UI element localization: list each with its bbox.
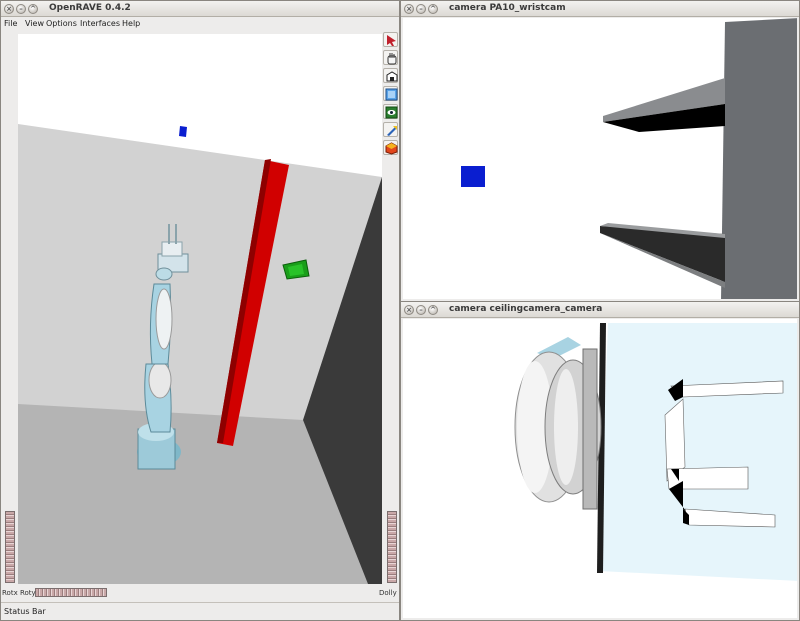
ceiling-titlebar[interactable]: × – ^ camera ceilingcamera_camera <box>401 302 799 318</box>
3d-viewer[interactable] <box>18 34 382 584</box>
status-bar: Status Bar <box>1 602 399 621</box>
close-icon[interactable]: × <box>404 305 414 315</box>
ceiling-view <box>403 319 797 618</box>
pick-arrow-icon[interactable] <box>383 32 398 47</box>
ceiling-title: camera ceilingcamera_camera <box>449 304 603 314</box>
maximize-icon[interactable]: ^ <box>28 4 38 14</box>
window-controls: × – ^ <box>404 305 438 315</box>
dolly-label: Dolly <box>379 589 397 597</box>
openrave-main-window: × – ^ OpenRAVE 0.4.2 File View Options I… <box>0 0 400 621</box>
close-icon[interactable]: × <box>4 4 14 14</box>
window-title: OpenRAVE 0.4.2 <box>49 3 131 13</box>
menu-options[interactable]: Options <box>46 19 77 28</box>
ceiling-floor <box>599 323 797 581</box>
hand-icon[interactable] <box>383 50 398 65</box>
robot-top-view <box>514 348 602 510</box>
maximize-icon[interactable]: ^ <box>428 305 438 315</box>
minimize-icon[interactable]: – <box>416 305 426 315</box>
main-titlebar[interactable]: × – ^ OpenRAVE 0.4.2 <box>1 1 399 17</box>
wristcam-title: camera PA10_wristcam <box>449 3 566 13</box>
menu-view[interactable]: View <box>25 19 44 28</box>
close-icon[interactable]: × <box>404 4 414 14</box>
menu-help[interactable]: Help <box>122 19 140 28</box>
camera-window-ceiling: × – ^ camera ceilingcamera_camera <box>400 301 800 621</box>
blue-target-box <box>179 126 187 137</box>
view-all-icon[interactable] <box>383 86 398 101</box>
dolly-thumbwheel[interactable] <box>387 511 397 583</box>
status-text: Status Bar <box>4 607 46 616</box>
seek-eye-icon[interactable] <box>383 104 398 119</box>
maximize-icon[interactable]: ^ <box>428 4 438 14</box>
shelf-wall <box>721 18 797 299</box>
rotx-thumbwheel[interactable] <box>5 511 15 583</box>
window-controls: × – ^ <box>4 4 38 14</box>
wristcam-view <box>403 18 797 299</box>
home-view-icon[interactable] <box>383 68 398 83</box>
roty-thumbwheel[interactable] <box>35 588 107 597</box>
minimize-icon[interactable]: – <box>416 4 426 14</box>
minimize-icon[interactable]: – <box>16 4 26 14</box>
camera-window-wristcam: × – ^ camera PA10_wristcam <box>400 0 800 302</box>
wristcam-titlebar[interactable]: × – ^ camera PA10_wristcam <box>401 1 799 17</box>
window-controls: × – ^ <box>404 4 438 14</box>
collision-icon[interactable] <box>383 140 398 155</box>
menu-interfaces[interactable]: Interfaces <box>80 19 120 28</box>
blue-target-box <box>461 166 485 187</box>
rotx-roty-label: Rotx Roty <box>2 589 36 597</box>
menu-bar: File View Options Interfaces Help <box>1 17 399 31</box>
menu-file[interactable]: File <box>4 19 17 28</box>
perspective-icon[interactable] <box>383 122 398 137</box>
